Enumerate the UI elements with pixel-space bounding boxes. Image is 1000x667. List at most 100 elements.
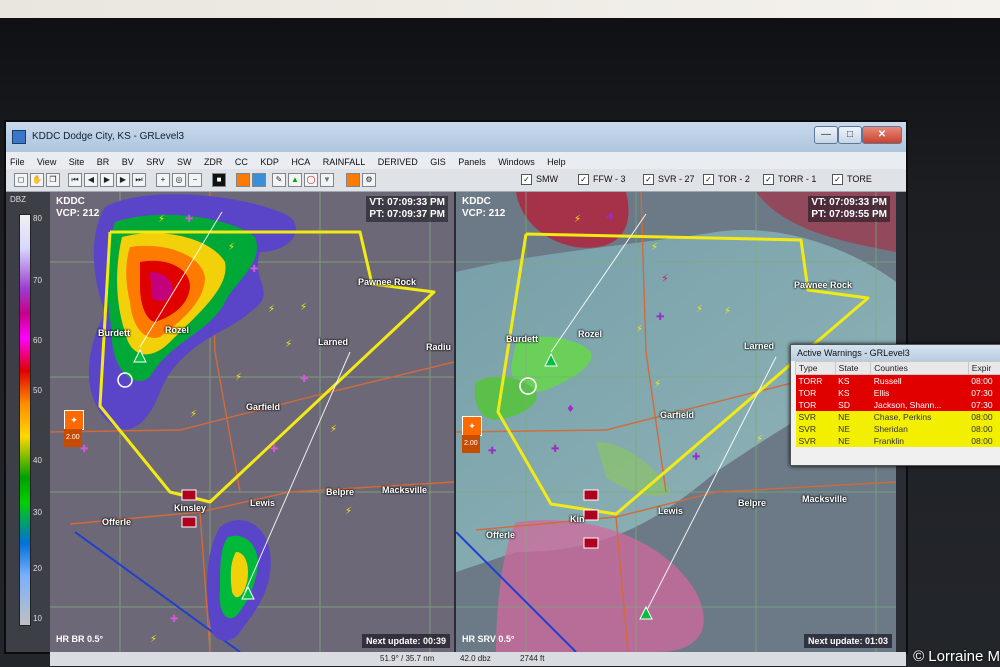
left-lightning-tile-icon[interactable]: ✦ 2.00 — [64, 410, 84, 447]
warning-counties: Jackson, Shann... — [873, 400, 942, 410]
menu-sw[interactable]: SW — [173, 154, 196, 167]
right-lightning-tile-icon[interactable]: ✦ 2.00 — [462, 416, 482, 453]
down-triangle-icon[interactable]: ▼ — [320, 173, 334, 187]
menu-view[interactable]: View — [33, 154, 60, 167]
menu-cc[interactable]: CC — [231, 154, 252, 167]
zoom-center-icon[interactable]: ◎ — [172, 173, 186, 187]
active-warnings-window[interactable]: Active Warnings - GRLevel3 Type State Co… — [790, 344, 1000, 466]
svg-text:♦: ♦ — [566, 404, 575, 415]
warning-row[interactable]: SVR NE Sheridan 08:00 — [795, 423, 1000, 435]
status-height: 2744 ft — [520, 654, 545, 663]
col-counties[interactable]: Counties — [870, 361, 969, 375]
zoom-out-icon[interactable]: − — [188, 173, 202, 187]
tick-10: 10 — [33, 614, 42, 623]
menu-br[interactable]: BR — [93, 154, 114, 167]
warning-state: NE — [838, 436, 850, 446]
menu-panels[interactable]: Panels — [454, 154, 490, 167]
first-frame-icon[interactable]: ⏮ — [68, 173, 82, 187]
active-warnings-title[interactable]: Active Warnings - GRLevel3 — [791, 345, 1000, 361]
colorbar-unit: DBZ — [10, 195, 26, 204]
toggle-tor[interactable]: ✓ TOR - 2 — [703, 174, 750, 185]
warning-row[interactable]: TOR KS Ellis 07:30 — [795, 387, 1000, 399]
reflectivity-map: ⚡⚡⚡ ⚡⚡⚡ ⚡⚡⚡ ⚡ ✚✚✚ ✚✚✚ — [50, 192, 454, 652]
next-frame-icon[interactable]: ▶ — [116, 173, 130, 187]
city-larned-left: Larned — [318, 337, 349, 347]
city-rozel-right: Rozel — [578, 329, 603, 339]
city-pawnee-rock-right: Pawnee Rock — [794, 280, 853, 290]
warning-row[interactable]: TORR KS Russell 08:00 — [795, 374, 1000, 387]
menu-kdp[interactable]: KDP — [256, 154, 283, 167]
left-site: KDDC — [56, 196, 85, 207]
last-frame-icon[interactable]: ⏭ — [132, 173, 146, 187]
svg-text:✚: ✚ — [250, 264, 258, 275]
dbz-color-legend: DBZ 80 70 60 50 40 30 20 10 — [6, 192, 50, 652]
col-expires[interactable]: Expir — [967, 361, 1000, 375]
svg-text:✚: ✚ — [488, 446, 496, 457]
status-value: 42.0 dbz — [460, 654, 491, 663]
menu-bv[interactable]: BV — [118, 154, 138, 167]
toggle-smw[interactable]: ✓ SMW — [521, 174, 558, 185]
menu-hca[interactable]: HCA — [287, 154, 314, 167]
city-pawnee-rock-left: Pawnee Rock — [358, 277, 417, 287]
warning-counties: Russell — [873, 376, 902, 386]
toggle-ffw[interactable]: ✓ FFW - 3 — [578, 174, 626, 185]
circle-marker-icon[interactable]: ◯ — [304, 173, 318, 187]
city-radium-left: Radiu — [426, 342, 452, 352]
col-type[interactable]: Type — [795, 361, 836, 375]
zoom-in-icon[interactable]: + — [156, 173, 170, 187]
pan-tool-icon[interactable]: ✋ — [30, 173, 44, 187]
warning-row[interactable]: TOR SD Jackson, Shann... 07:30 — [795, 399, 1000, 411]
toggle-torr[interactable]: ✓ TORR - 1 — [763, 174, 816, 185]
triangle-marker-icon[interactable]: ▲ — [288, 173, 302, 187]
menu-site[interactable]: Site — [65, 154, 89, 167]
maximize-button[interactable]: □ — [838, 126, 862, 144]
warning-expires: 08:00 — [971, 424, 993, 434]
menu-zdr[interactable]: ZDR — [200, 154, 227, 167]
status-range: 51.9° / 35.7 nm — [380, 654, 435, 663]
menu-file[interactable]: File — [6, 154, 29, 167]
play-icon[interactable]: ▶ — [100, 173, 114, 187]
toggle-tor-label: TOR - 2 — [718, 174, 750, 184]
menu-gis[interactable]: GIS — [426, 154, 450, 167]
warning-row[interactable]: SVR NE Chase, Perkins 08:00 — [795, 411, 1000, 423]
menu-rainfall[interactable]: RAINFALL — [319, 154, 370, 167]
color-table-icon[interactable] — [236, 173, 250, 187]
svg-text:⚡: ⚡ — [330, 424, 337, 435]
menu-help[interactable]: Help — [543, 154, 570, 167]
toggle-svr[interactable]: ✓ SVR - 27 — [643, 174, 695, 185]
background-wall — [0, 0, 1000, 18]
copy-icon[interactable]: ❐ — [46, 173, 60, 187]
svg-text:⚡: ⚡ — [235, 372, 242, 383]
right-time-box: VT: 07:09:33 PM PT: 07:09:55 PM — [808, 196, 890, 222]
menu-srv[interactable]: SRV — [142, 154, 168, 167]
layers-icon[interactable] — [252, 173, 266, 187]
menu-derived[interactable]: DERIVED — [374, 154, 422, 167]
settings-icon[interactable]: ⚙ — [362, 173, 376, 187]
left-product-label: HR BR 0.5° — [56, 634, 104, 644]
warning-counties: Franklin — [873, 436, 904, 446]
reflectivity-panel[interactable]: ⚡ ⚡ ⚡ ⚡ ⚡ ⚡ ⚡ ⚡ ⚡ ⚡ ✚ ✚ ✚ ✚ ✚ ✚ KDDC VCP: 212 VT: … — [50, 192, 454, 652]
prev-frame-icon[interactable]: ◀ — [84, 173, 98, 187]
orange-square-icon[interactable] — [346, 173, 360, 187]
close-button[interactable]: ✕ — [862, 126, 902, 144]
warning-type: SVR — [798, 436, 816, 446]
city-kinsley-left: Kinsley — [174, 503, 207, 513]
app-icon — [12, 130, 26, 144]
minimize-button[interactable]: — — [814, 126, 838, 144]
left-vcp: VCP: 212 — [56, 208, 100, 219]
city-belpre-left: Belpre — [326, 487, 355, 497]
left-vt: VT: 07:09:33 PM — [369, 197, 445, 208]
left-pt: PT: 07:09:37 PM — [369, 209, 445, 220]
stop-icon[interactable]: ■ — [212, 173, 226, 187]
warning-expires: 08:00 — [971, 412, 993, 422]
zoom-tool-icon[interactable]: ◻ — [14, 173, 28, 187]
toggle-tore[interactable]: ✓ TORE — [832, 174, 872, 185]
menu-windows[interactable]: Windows — [494, 154, 539, 167]
col-state[interactable]: State — [834, 361, 872, 375]
warning-row[interactable]: SVR NE Franklin 08:00 — [795, 435, 1000, 447]
svg-text:⚡: ⚡ — [285, 339, 292, 350]
city-offerle-left: Offerle — [102, 517, 132, 527]
tools-icon[interactable]: ✎ — [272, 173, 286, 187]
title-bar[interactable]: KDDC Dodge City, KS - GRLevel3 — □ ✕ — [6, 122, 906, 153]
right-vcp: VCP: 212 — [462, 208, 506, 219]
